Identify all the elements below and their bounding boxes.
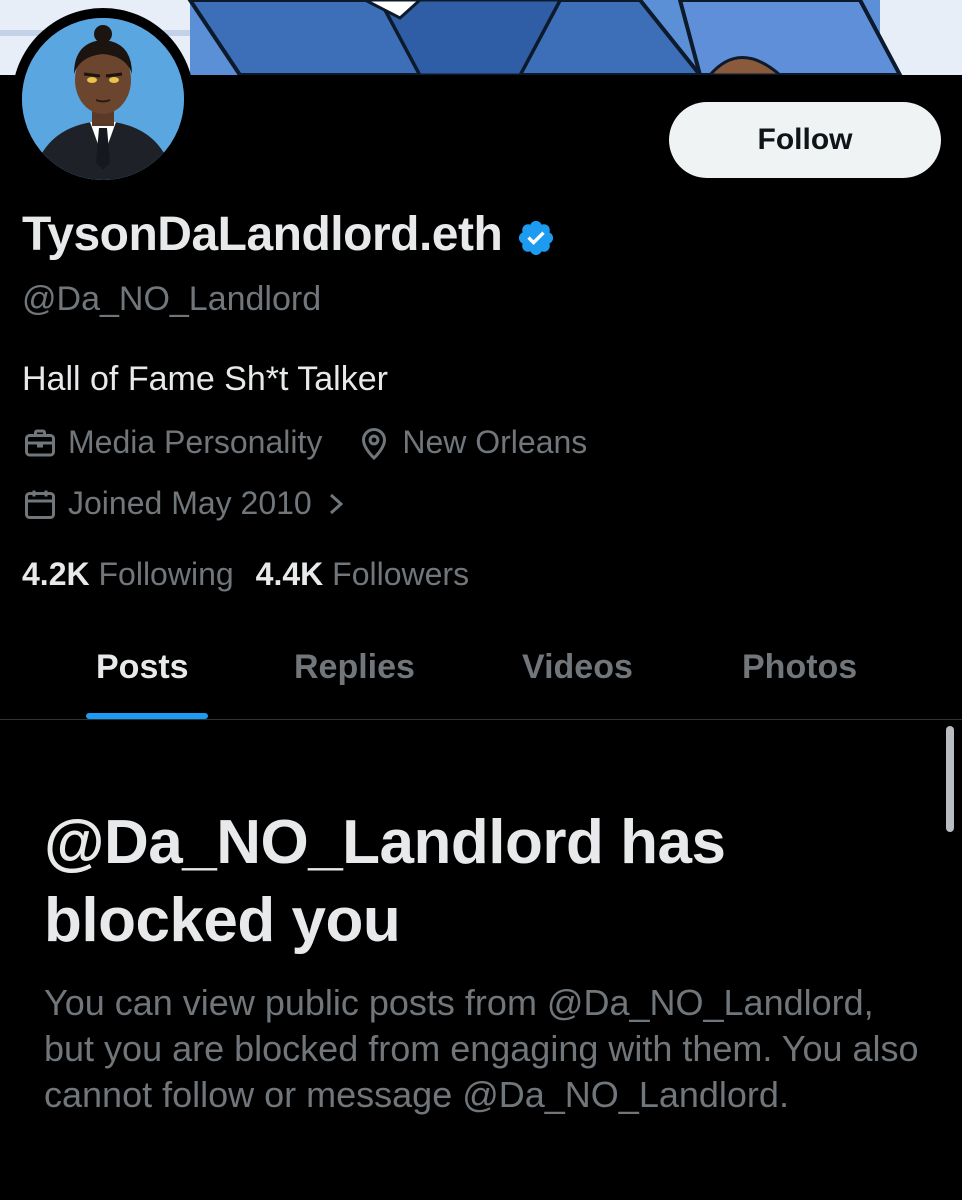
profile-meta-row: Media Personality New Orleans xyxy=(22,424,587,461)
profile-tabs: Posts Replies Videos Photos xyxy=(0,640,962,720)
avatar-image xyxy=(22,18,184,180)
profile-display-name-row: TysonDaLandlord.eth xyxy=(22,207,556,262)
blocked-notice-description: You can view public posts from @Da_NO_La… xyxy=(44,982,919,1115)
tabs-divider xyxy=(0,719,962,720)
calendar-icon xyxy=(22,486,58,522)
followers-link[interactable]: 4.4K Followers xyxy=(256,556,469,592)
profile-joined-date: Joined May 2010 xyxy=(68,485,312,521)
tab-replies[interactable]: Replies xyxy=(294,648,415,687)
followers-count: 4.4K xyxy=(255,556,324,592)
tab-photos[interactable]: Photos xyxy=(742,648,857,687)
profile-joined-row[interactable]: Joined May 2010 xyxy=(22,485,348,522)
profile-category: Media Personality xyxy=(68,424,323,460)
follow-button[interactable]: Follow xyxy=(669,102,941,178)
following-link[interactable]: 4.2K Following xyxy=(22,556,234,592)
followers-label: Followers xyxy=(332,556,470,592)
display-name: TysonDaLandlord.eth xyxy=(22,208,503,261)
profile-avatar[interactable] xyxy=(12,8,194,190)
location-pin-icon xyxy=(356,425,392,461)
tab-posts[interactable]: Posts xyxy=(96,648,189,687)
profile-bio: Hall of Fame Sh*t Talker xyxy=(22,360,388,398)
following-label: Following xyxy=(98,556,234,592)
following-count: 4.2K xyxy=(22,556,90,592)
profile-location: New Orleans xyxy=(402,424,588,460)
blocked-notice-title: @Da_NO_Landlord has blocked you xyxy=(44,808,726,955)
profile-handle: @Da_NO_Landlord xyxy=(22,280,322,318)
chevron-right-icon[interactable] xyxy=(324,489,348,519)
verified-badge-icon[interactable] xyxy=(516,215,556,255)
tab-videos[interactable]: Videos xyxy=(522,648,633,687)
scrollbar[interactable] xyxy=(946,726,954,832)
briefcase-icon xyxy=(22,425,58,461)
profile-stats: 4.2K Following 4.4K Followers xyxy=(22,556,469,593)
